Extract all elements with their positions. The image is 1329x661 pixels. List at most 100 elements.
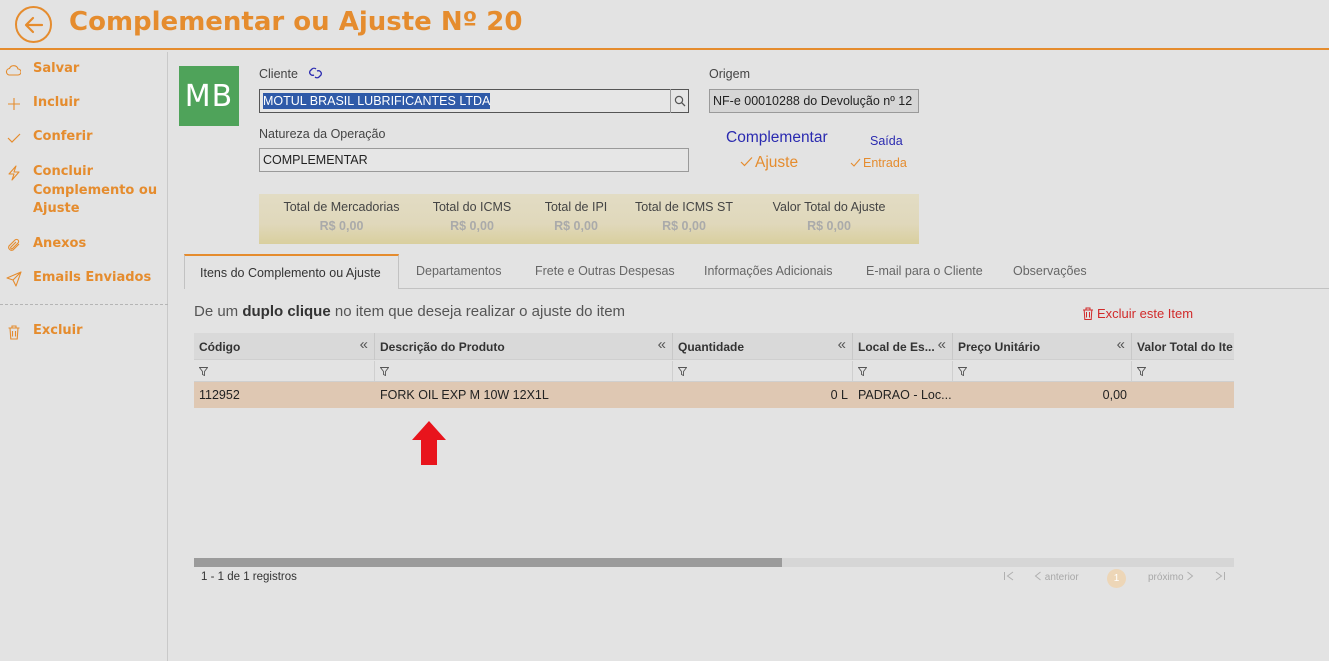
- collapse-icon[interactable]: «: [360, 336, 368, 353]
- total-label: Total de Mercadorias: [283, 200, 400, 214]
- first-page-button[interactable]: [1003, 571, 1015, 584]
- tab-departamentos[interactable]: Departamentos: [416, 254, 501, 289]
- table-row[interactable]: 112952 FORK OIL EXP M 10W 12X1L 0 L PADR…: [194, 382, 1234, 408]
- filter-icon: [678, 367, 687, 376]
- arrow-left-icon: [24, 16, 44, 34]
- total-value: R$ 0,00: [554, 219, 598, 233]
- chevron-left-icon: [1034, 571, 1041, 581]
- last-page-button[interactable]: [1214, 571, 1226, 584]
- option-ajuste[interactable]: Ajuste: [740, 154, 798, 172]
- sidebar-item-label: Incluir: [33, 95, 80, 110]
- tab-itens[interactable]: Itens do Complemento ou Ajuste: [184, 254, 399, 289]
- next-label: próximo: [1148, 572, 1184, 583]
- collapse-icon[interactable]: «: [838, 336, 846, 353]
- tab-observacoes[interactable]: Observações: [1013, 254, 1087, 289]
- sidebar-divider: [0, 304, 168, 305]
- page-title: Complementar ou Ajuste Nº 20: [69, 7, 523, 37]
- natureza-field[interactable]: COMPLEMENTAR: [259, 148, 689, 172]
- items-grid: Código « Descrição do Produto « Quantidade…: [194, 333, 1234, 569]
- grid-header: Código « Descrição do Produto « Quantidade…: [194, 333, 1234, 360]
- sidebar-item-label: Concluir Complemento ou Ajuste: [33, 164, 158, 216]
- horizontal-scrollbar[interactable]: [194, 558, 1234, 567]
- cell-descricao: FORK OIL EXP M 10W 12X1L: [380, 388, 549, 402]
- total-value: R$ 0,00: [807, 219, 851, 233]
- sidebar-item-emails[interactable]: Emails Enviados: [0, 269, 168, 289]
- current-page[interactable]: 1: [1107, 569, 1126, 588]
- red-arrow-annotation: [412, 421, 446, 465]
- tab-informacoes[interactable]: Informações Adicionais: [704, 254, 833, 289]
- header: Complementar ou Ajuste Nº 20: [0, 0, 1329, 50]
- sidebar-item-label: Salvar: [33, 61, 80, 76]
- hint-prefix: De um: [194, 303, 243, 320]
- option-saida[interactable]: Saída: [870, 134, 903, 148]
- column-header-descricao[interactable]: Descrição do Produto «: [375, 333, 673, 360]
- collapse-icon[interactable]: «: [938, 336, 946, 353]
- link-icon[interactable]: [307, 67, 324, 79]
- cell-local: PADRAO - Loc...: [858, 388, 952, 402]
- total-icms-st: Total de ICMS ST R$ 0,00: [629, 194, 739, 233]
- grid-filter-row: [194, 361, 1234, 382]
- first-page-icon: [1004, 571, 1014, 581]
- option-entrada-label: Entrada: [863, 156, 907, 170]
- column-header-quantidade[interactable]: Quantidade «: [673, 333, 853, 360]
- column-header-local[interactable]: Local de Es... «: [853, 333, 953, 360]
- option-entrada[interactable]: Entrada: [850, 156, 907, 170]
- sidebar-item-label: Excluir: [33, 323, 83, 338]
- filter-descricao[interactable]: [375, 361, 673, 382]
- column-header-valor-total[interactable]: Valor Total do Ite: [1132, 333, 1234, 360]
- collapse-icon[interactable]: «: [1117, 336, 1125, 353]
- sidebar-item-conferir[interactable]: Conferir: [0, 128, 168, 148]
- cell-preco: 0,00: [1102, 388, 1127, 402]
- filter-icon: [858, 367, 867, 376]
- total-mercadorias: Total de Mercadorias R$ 0,00: [273, 194, 410, 233]
- filter-preco[interactable]: [953, 361, 1132, 382]
- check-icon: [850, 158, 861, 167]
- back-button[interactable]: [15, 6, 52, 43]
- total-label: Total de ICMS ST: [635, 200, 733, 214]
- sidebar-item-concluir[interactable]: Concluir Complemento ou Ajuste: [0, 163, 168, 219]
- column-header-label: Preço Unitário: [958, 340, 1041, 354]
- collapse-icon[interactable]: «: [658, 336, 666, 353]
- check-icon: [740, 157, 753, 167]
- total-ipi: Total de IPI R$ 0,00: [534, 194, 618, 233]
- sidebar-item-salvar[interactable]: Salvar: [0, 60, 168, 80]
- prev-page-button[interactable]: anterior: [1034, 571, 1079, 583]
- cliente-field[interactable]: MOTUL BRASIL LUBRIFICANTES LTDA: [259, 89, 689, 113]
- send-icon: [6, 271, 22, 287]
- sidebar-item-label: Anexos: [33, 236, 87, 251]
- total-value: R$ 0,00: [662, 219, 706, 233]
- filter-icon: [199, 367, 208, 376]
- sidebar: Salvar Incluir Conferir Concluir Complem…: [0, 52, 168, 661]
- total-ajuste: Valor Total do Ajuste R$ 0,00: [757, 194, 901, 233]
- total-label: Total de IPI: [544, 200, 608, 214]
- natureza-label: Natureza da Operação: [259, 127, 386, 141]
- tab-frete[interactable]: Frete e Outras Despesas: [535, 254, 675, 289]
- column-header-label: Valor Total do Ite: [1137, 340, 1233, 354]
- cell-quantidade: 0 L: [830, 388, 848, 402]
- delete-item-label: Excluir este Item: [1097, 306, 1194, 321]
- sidebar-item-incluir[interactable]: Incluir: [0, 94, 168, 114]
- filter-icon: [380, 367, 389, 376]
- option-complementar[interactable]: Complementar: [726, 129, 828, 147]
- sidebar-item-excluir[interactable]: Excluir: [0, 322, 168, 342]
- column-header-codigo[interactable]: Código «: [194, 333, 375, 360]
- delete-item-button[interactable]: Excluir este Item: [1082, 306, 1193, 321]
- cliente-search-button[interactable]: [670, 89, 689, 113]
- column-header-preco[interactable]: Preço Unitário «: [953, 333, 1132, 360]
- last-page-icon: [1215, 571, 1225, 581]
- search-icon: [674, 95, 686, 107]
- filter-codigo[interactable]: [194, 361, 375, 382]
- tab-email-cliente[interactable]: E-mail para o Cliente: [866, 254, 983, 289]
- cell-valor-total: [1132, 382, 1234, 408]
- scrollbar-thumb[interactable]: [194, 558, 782, 567]
- filter-local[interactable]: [853, 361, 953, 382]
- origem-field: NF-e 00010288 do Devolução nº 12: [709, 89, 919, 113]
- filter-valor-total[interactable]: [1132, 361, 1234, 382]
- prev-label: anterior: [1044, 572, 1079, 583]
- trash-icon: [1083, 307, 1093, 320]
- sidebar-item-anexos[interactable]: Anexos: [0, 235, 168, 255]
- filter-quantidade[interactable]: [673, 361, 853, 382]
- paperclip-icon: [8, 238, 20, 251]
- next-page-button[interactable]: próximo: [1148, 571, 1194, 583]
- sidebar-item-label: Emails Enviados: [33, 270, 152, 285]
